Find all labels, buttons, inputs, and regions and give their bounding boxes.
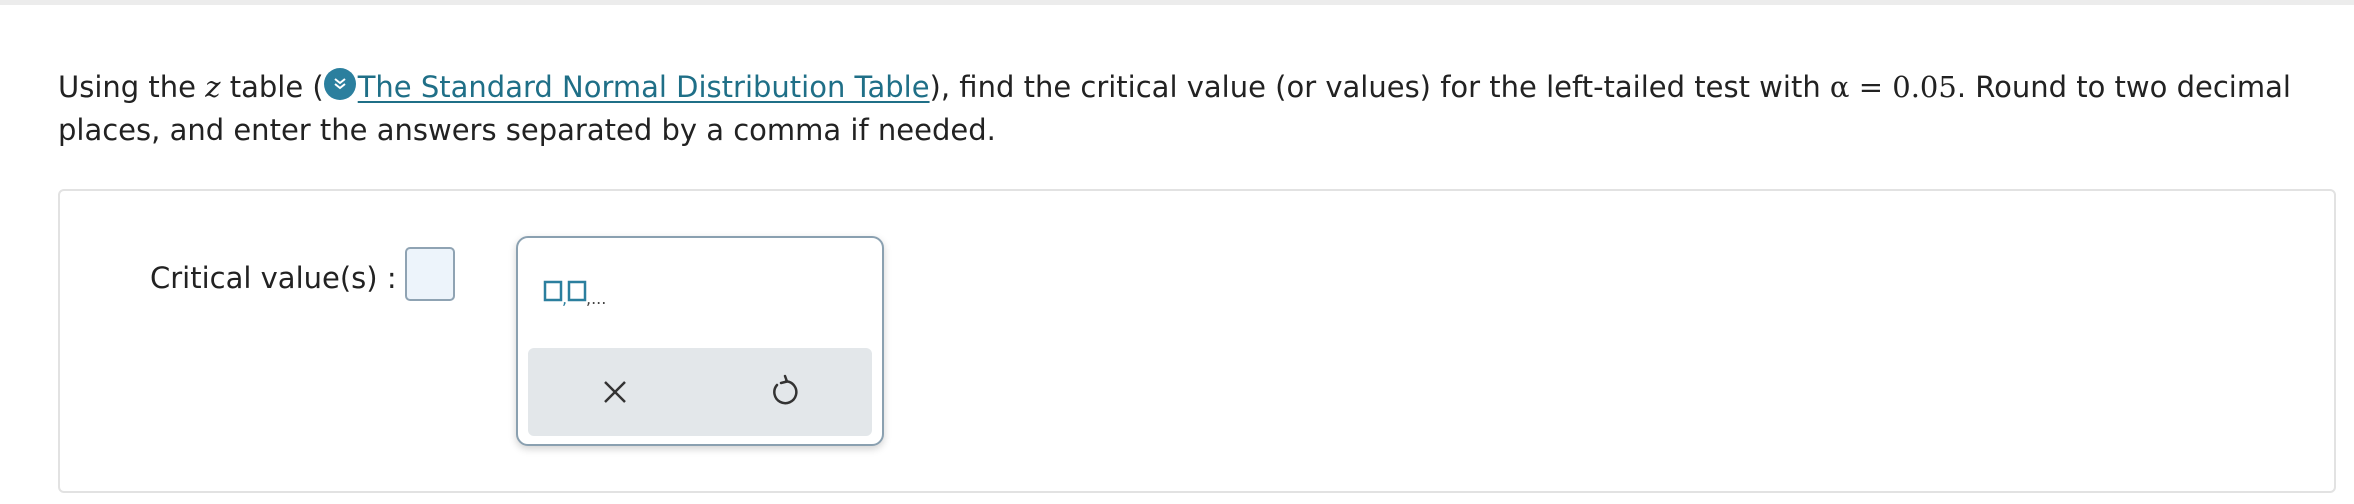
answer-panel <box>58 189 2336 493</box>
clear-button[interactable] <box>595 372 635 412</box>
z-variable: z <box>205 70 221 104</box>
undo-icon <box>773 374 798 405</box>
math-palette: , ,... <box>516 236 884 446</box>
alpha-expression: α = 0.05 <box>1829 70 1957 104</box>
critical-values-input[interactable] <box>405 247 455 301</box>
palette-footer <box>528 348 872 436</box>
question-text: Using the z table ( The Standard Normal D… <box>58 66 2328 152</box>
undo-button[interactable] <box>764 372 804 412</box>
list-template-button[interactable]: , ,... <box>542 274 632 314</box>
question-text-part-1: Using the <box>58 70 206 104</box>
table-link-icon[interactable] <box>323 68 356 100</box>
top-strip <box>0 0 2354 5</box>
standard-normal-table-link[interactable]: The Standard Normal Distribution Table <box>358 70 930 104</box>
close-icon <box>604 381 626 403</box>
question-text-part-3: ), find the critical value (or values) f… <box>929 70 1830 104</box>
critical-values-label: Critical value(s) : <box>150 261 397 295</box>
svg-text:,...: ,... <box>586 289 606 308</box>
question-text-part-2: table ( <box>220 70 324 104</box>
list-template-icon: , ,... <box>543 280 606 308</box>
svg-text:,: , <box>562 289 567 308</box>
